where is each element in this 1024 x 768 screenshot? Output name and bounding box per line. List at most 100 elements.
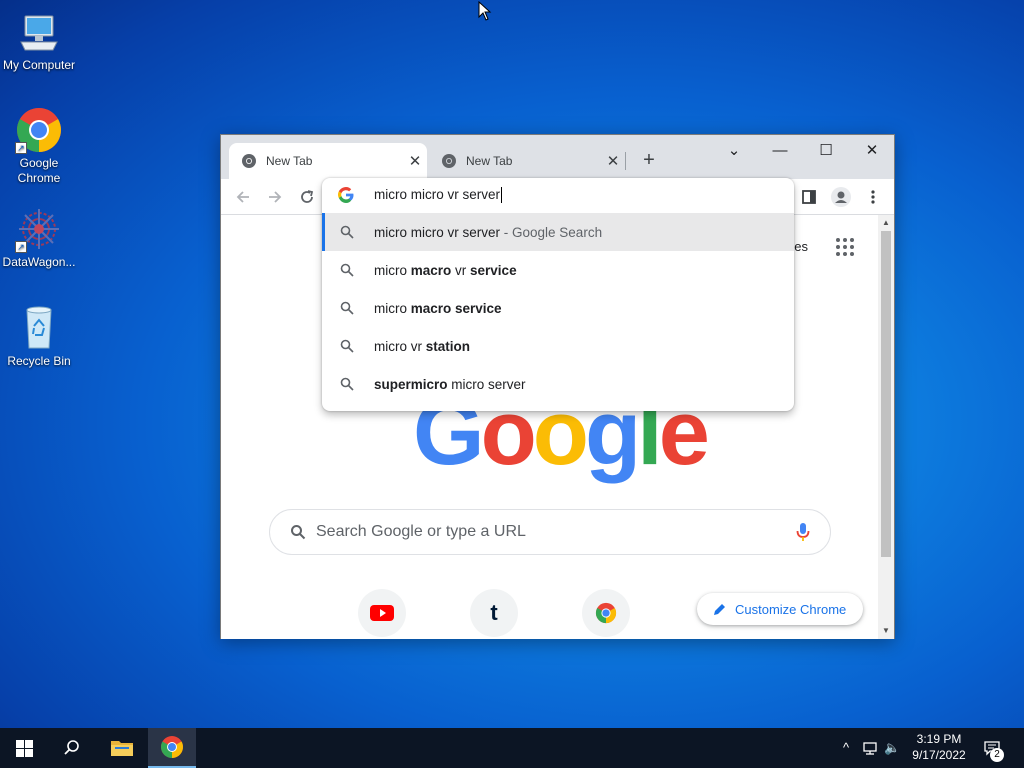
suggestion-prefix: micro vr — [374, 338, 426, 354]
tab-new-tab-active[interactable]: New Tab ✕ — [229, 143, 427, 179]
desktop-icon-datawagon[interactable]: ↗ DataWagon... — [0, 205, 78, 270]
show-hidden-icons-chevron-icon[interactable]: ^ — [838, 740, 854, 756]
tab-title: New Tab — [466, 154, 513, 168]
suggestion-bold: station — [425, 338, 471, 354]
ntp-search-box[interactable]: Search Google or type a URL — [269, 509, 831, 555]
tab-title: New Tab — [266, 154, 313, 168]
profile-avatar-icon — [831, 187, 851, 207]
suggestion-bold: service — [470, 262, 517, 278]
tab-strip: New Tab ✕ New Tab ✕ + ⌄ — ☐ ✕ — [221, 135, 894, 179]
recycle-bin-icon — [15, 304, 63, 352]
notification-count-badge: 2 — [990, 748, 1004, 762]
suggestion-middle: micro server — [447, 376, 526, 392]
side-panel-icon — [802, 190, 816, 204]
shortcut-tile-tumblr[interactable]: t — [470, 589, 518, 637]
youtube-icon — [370, 605, 394, 621]
shortcut-tile-chrome[interactable] — [582, 589, 630, 637]
taskbar-file-explorer[interactable] — [98, 728, 146, 768]
text-caret — [501, 187, 503, 204]
taskbar-chrome[interactable] — [148, 728, 196, 768]
more-vert-icon — [871, 190, 875, 204]
computer-icon — [15, 8, 63, 56]
omnibox-suggestion[interactable]: micro macro vr service — [322, 251, 794, 289]
taskbar: ^ 🔈 3:19 PM 9/17/2022 2 — [0, 728, 1024, 768]
suggestion-text: micro macro vr service — [374, 263, 517, 278]
shortcut-arrow-icon: ↗ — [15, 241, 27, 253]
search-icon — [340, 377, 354, 391]
scroll-down-icon[interactable]: ▼ — [882, 627, 890, 635]
shortcut-arrow-icon: ↗ — [15, 142, 27, 154]
clock-time: 3:19 PM — [916, 732, 962, 746]
minimize-button[interactable]: — — [757, 137, 803, 165]
customize-chrome-label: Customize Chrome — [735, 601, 847, 617]
tab-search-button[interactable]: ⌄ — [711, 137, 757, 165]
suggestion-source: Google Search — [512, 224, 603, 240]
search-icon — [340, 225, 354, 239]
taskbar-search-button[interactable] — [48, 728, 96, 768]
start-button[interactable] — [0, 728, 48, 768]
omnibox-text: micro micro vr server — [374, 187, 503, 204]
chrome-menu-button[interactable] — [861, 185, 885, 209]
desktop-icon-recycle-bin[interactable]: Recycle Bin — [0, 304, 78, 369]
desktop-icon-label: Google Chrome — [17, 156, 61, 185]
windows-logo-icon — [15, 739, 33, 757]
side-panel-button[interactable] — [797, 185, 821, 209]
customize-chrome-button[interactable]: Customize Chrome — [697, 593, 863, 625]
suggestion-prefix: micro — [374, 262, 411, 278]
reload-icon — [301, 190, 314, 203]
suggestion-bold: supermicro — [374, 376, 448, 392]
microphone-icon[interactable] — [796, 522, 810, 542]
profile-button[interactable] — [829, 185, 853, 209]
back-arrow-icon — [236, 191, 249, 203]
search-icon — [340, 339, 354, 353]
mouse-cursor-icon — [478, 1, 492, 21]
desktop-icon-label: My Computer — [2, 58, 76, 72]
page-scrollbar[interactable]: ▲ ▼ — [878, 215, 894, 639]
tab-separator — [625, 152, 626, 170]
taskbar-clock[interactable]: 3:19 PM 9/17/2022 — [906, 731, 972, 763]
omnibox-suggestion[interactable]: micro micro vr server - Google Search — [322, 213, 794, 251]
tab-new-tab[interactable]: New Tab ✕ — [429, 143, 625, 179]
desktop-icon-my-computer[interactable]: My Computer — [0, 8, 78, 73]
pencil-icon — [714, 604, 725, 615]
back-button[interactable] — [231, 185, 255, 209]
chrome-icon — [161, 736, 183, 758]
suggestion-bold: macro — [410, 262, 452, 278]
chrome-favicon-icon — [442, 154, 456, 168]
suggestion-middle: vr — [451, 262, 471, 278]
omnibox-suggestion[interactable]: supermicro micro server — [322, 365, 794, 403]
volume-icon[interactable]: 🔈 — [884, 740, 900, 756]
search-icon — [64, 740, 79, 755]
search-placeholder: Search Google or type a URL — [316, 523, 526, 540]
suggestion-prefix: micro — [374, 300, 411, 316]
suggestion-query: micro micro vr server — [374, 224, 501, 240]
clock-date: 9/17/2022 — [912, 748, 966, 762]
close-window-button[interactable]: ✕ — [849, 137, 895, 165]
omnibox-dropdown: micro micro vr server micro micro vr ser… — [322, 178, 794, 411]
shortcut-tile-youtube[interactable] — [358, 589, 406, 637]
reload-button[interactable] — [295, 185, 319, 209]
scroll-thumb[interactable] — [881, 231, 891, 557]
scroll-up-icon[interactable]: ▲ — [882, 219, 890, 227]
suggestion-text: supermicro micro server — [374, 377, 526, 392]
omnibox-suggestion[interactable]: micro macro service — [322, 289, 794, 327]
suggestion-separator: - — [500, 224, 513, 240]
omnibox-suggestion[interactable]: micro vr station — [322, 327, 794, 365]
google-apps-icon[interactable] — [835, 237, 855, 257]
folder-icon — [111, 741, 133, 756]
search-icon — [291, 525, 306, 540]
chrome-favicon-icon — [242, 154, 256, 168]
close-tab-icon[interactable]: ✕ — [601, 152, 625, 170]
search-icon — [340, 301, 354, 315]
suggestion-text: micro vr station — [374, 339, 470, 354]
tumblr-icon: t — [490, 600, 498, 625]
desktop-icon-google-chrome[interactable]: ↗ Google Chrome — [0, 106, 78, 186]
close-tab-icon[interactable]: ✕ — [403, 152, 427, 170]
forward-button[interactable] — [263, 185, 287, 209]
maximize-button[interactable]: ☐ — [803, 137, 849, 165]
omnibox-input[interactable]: micro micro vr server — [322, 178, 794, 212]
search-icon — [340, 263, 354, 277]
new-tab-button[interactable]: + — [637, 149, 661, 173]
network-icon[interactable] — [862, 740, 878, 756]
suggestion-text: micro micro vr server - Google Search — [374, 225, 602, 240]
